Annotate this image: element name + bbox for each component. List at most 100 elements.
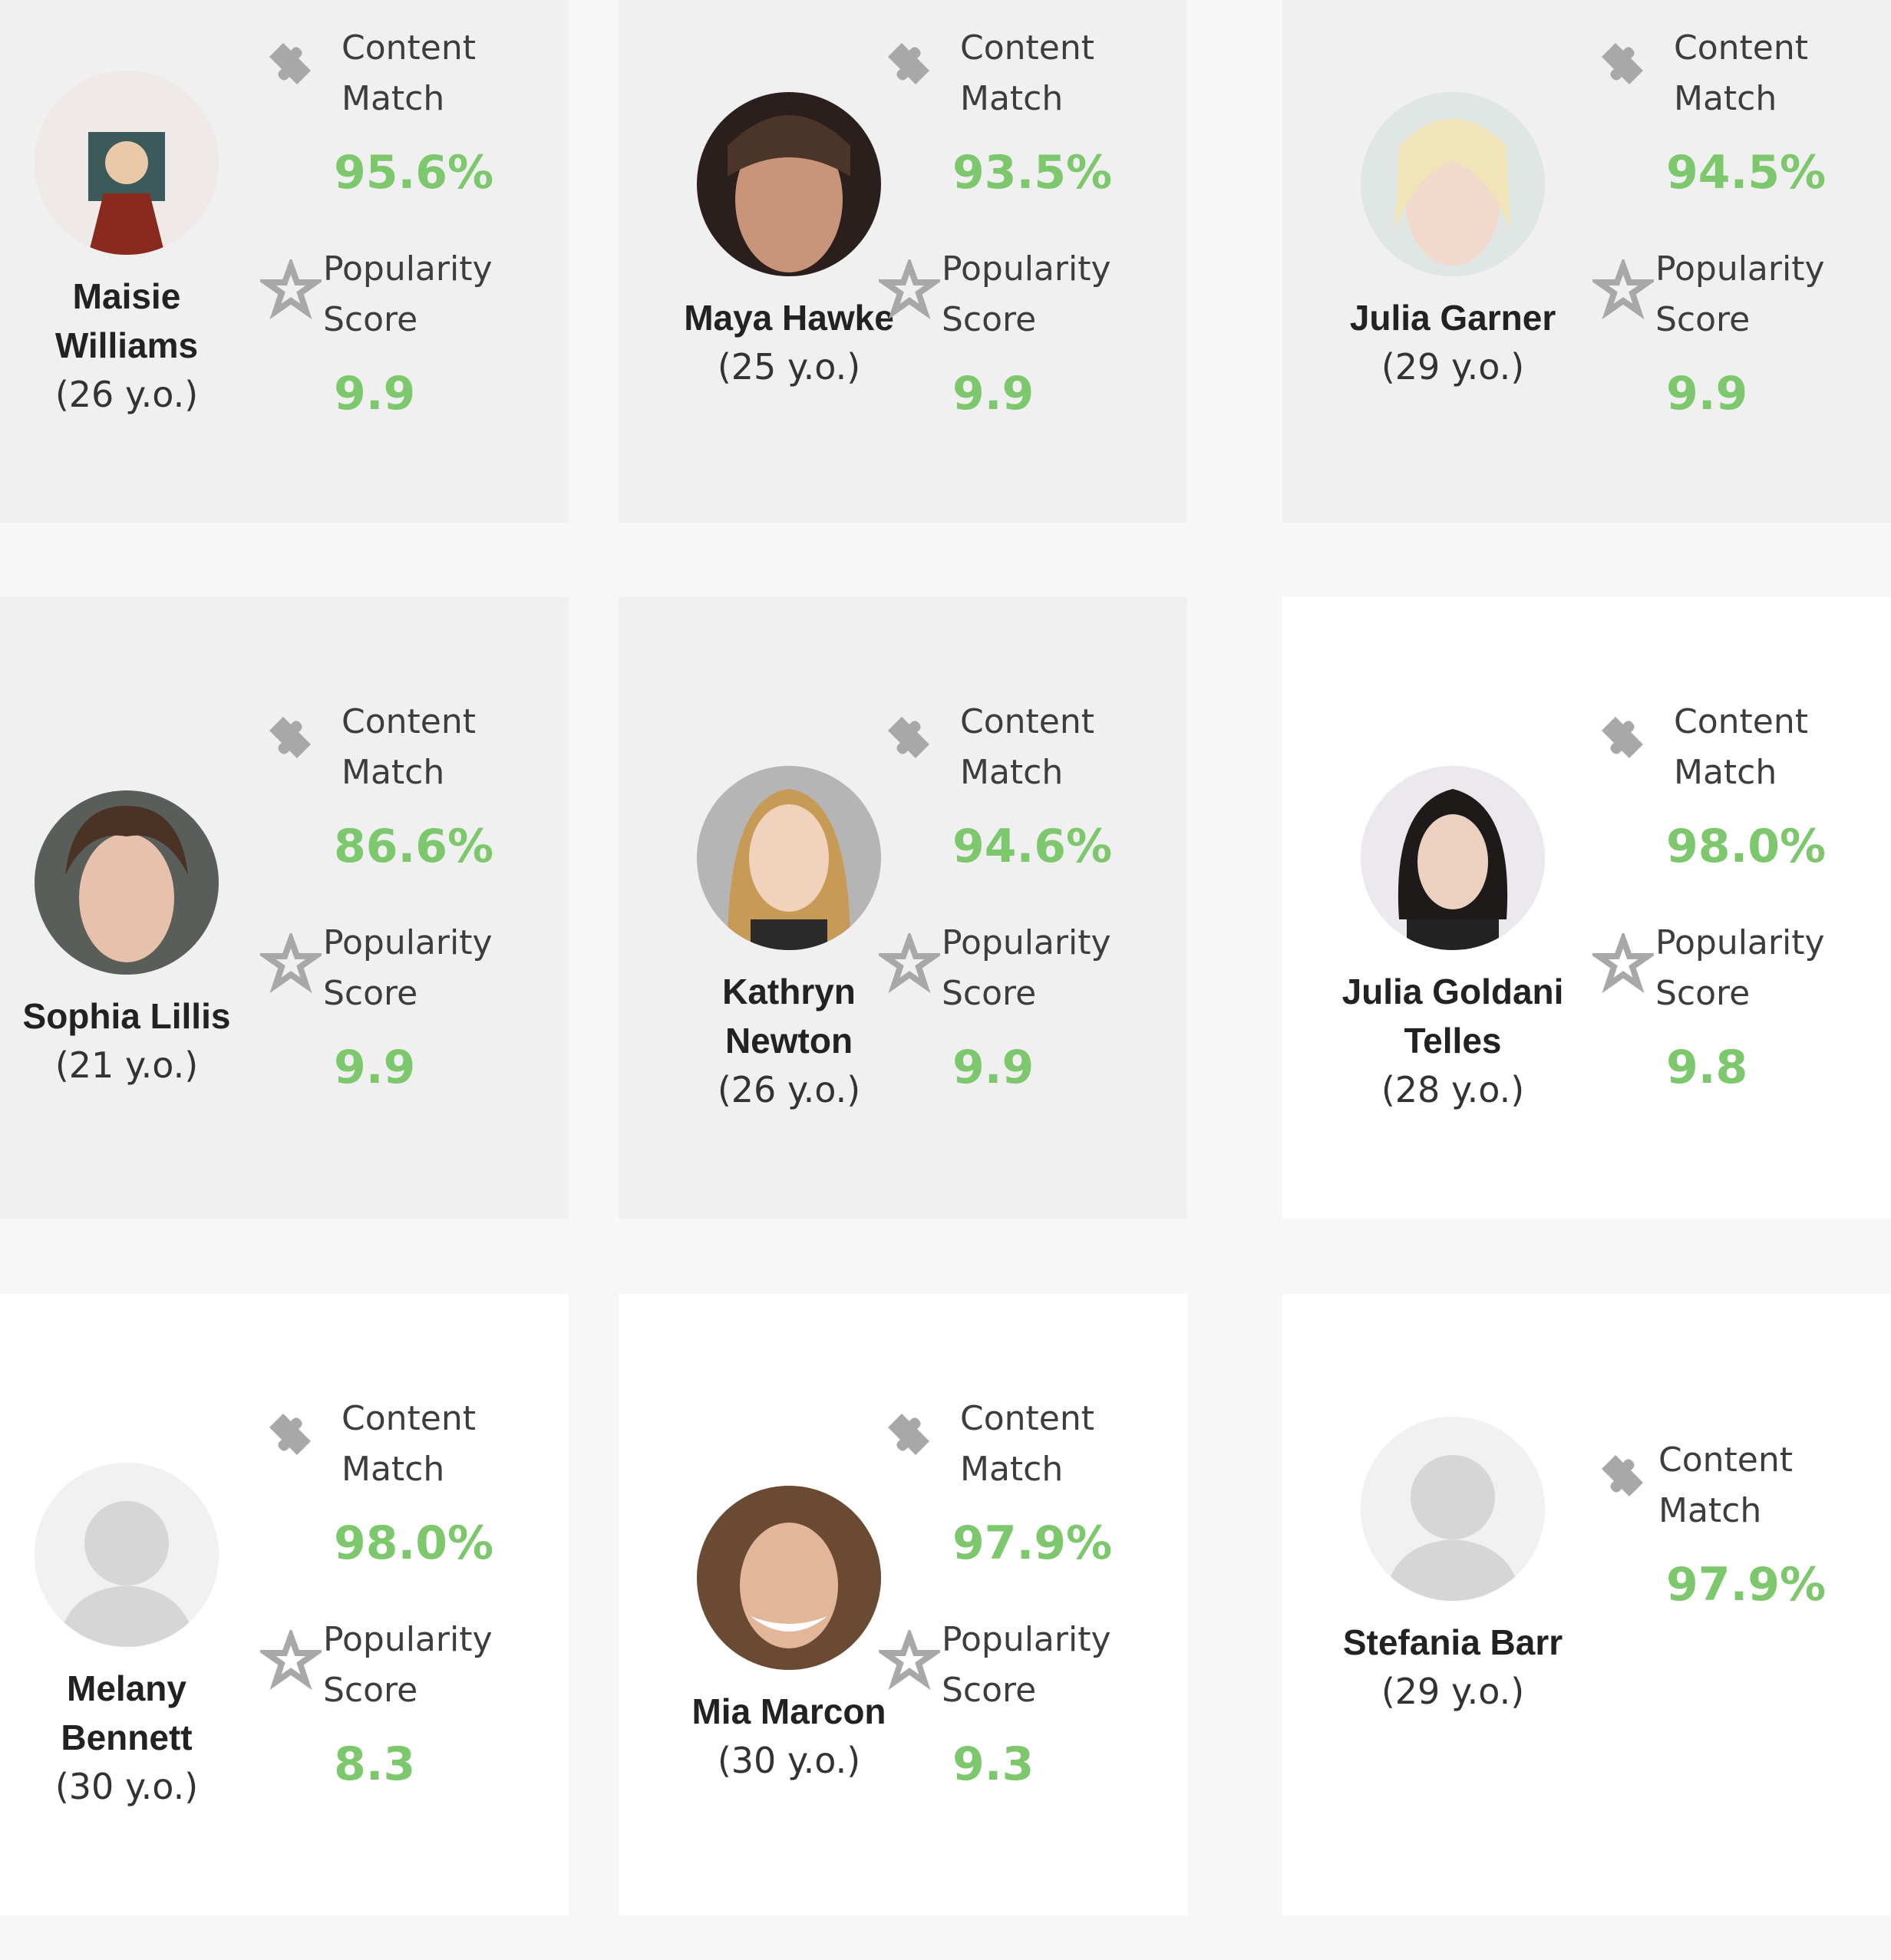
- popularity-value: 9.8: [1666, 1041, 1748, 1094]
- profile-card[interactable]: Maisie Williams (26 y.o.) Content Match …: [0, 0, 569, 523]
- person-block: Julia Goldani Telles (28 y.o.): [1338, 766, 1568, 1114]
- person-block: Stefania Barr (29 y.o.): [1338, 1417, 1568, 1716]
- avatar[interactable]: [697, 1486, 881, 1670]
- person-age: (28 y.o.): [1381, 1069, 1525, 1110]
- popularity-value: 9.9: [952, 1041, 1035, 1094]
- content-label-2: Match: [1658, 1491, 1762, 1530]
- popularity-label: Popularity: [1655, 249, 1825, 289]
- content-match-value: 93.5%: [952, 146, 1113, 200]
- avatar-placeholder[interactable]: [1361, 1417, 1545, 1601]
- content-label: Content: [1658, 1440, 1793, 1480]
- content-match-value: 94.6%: [952, 820, 1113, 873]
- content-label-2: Match: [342, 1450, 445, 1489]
- star-icon: [879, 933, 940, 995]
- content-label: Content: [1674, 702, 1808, 741]
- profile-card[interactable]: Mia Marcon (30 y.o.) Content Match 97.9%…: [619, 1294, 1187, 1915]
- content-match-value: 98.0%: [1666, 820, 1827, 873]
- person-name: Sophia Lillis: [22, 996, 231, 1036]
- content-label: Content: [960, 702, 1094, 741]
- person-age: (25 y.o.): [717, 346, 861, 388]
- profile-card[interactable]: Kathryn Newton (26 y.o.) Content Match 9…: [619, 597, 1187, 1219]
- popularity-value: 8.3: [334, 1737, 416, 1791]
- content-label: Content: [960, 28, 1094, 68]
- avatar[interactable]: [35, 71, 219, 255]
- person-age: (21 y.o.): [54, 1044, 199, 1086]
- profile-card[interactable]: Stefania Barr (29 y.o.) Content Match 97…: [1282, 1294, 1891, 1915]
- content-match-value: 97.9%: [952, 1516, 1113, 1570]
- person-name: Julia Garner: [1349, 298, 1556, 338]
- popularity-label: Popularity: [323, 1620, 493, 1659]
- popularity-value: 9.9: [334, 367, 416, 421]
- avatar[interactable]: [35, 790, 219, 975]
- content-label-2: Match: [1674, 753, 1777, 792]
- profile-card[interactable]: Julia Goldani Telles (28 y.o.) Content M…: [1282, 597, 1891, 1219]
- person-name: Maisie: [72, 276, 181, 316]
- profile-grid: Maisie Williams (26 y.o.) Content Match …: [0, 0, 1891, 1960]
- person-name-line2: Newton: [724, 1021, 853, 1061]
- person-block: Julia Garner (29 y.o.): [1338, 92, 1568, 391]
- popularity-label: Popularity: [323, 249, 493, 289]
- content-match-value: 94.5%: [1666, 146, 1827, 200]
- content-label-2: Match: [342, 79, 445, 118]
- puzzle-icon: [879, 708, 940, 769]
- popularity-label-2: Score: [323, 300, 418, 339]
- star-icon: [879, 1630, 940, 1691]
- star-icon: [260, 933, 322, 995]
- person-name: Julia Goldani: [1342, 972, 1564, 1011]
- content-label: Content: [960, 1399, 1094, 1438]
- popularity-label: Popularity: [942, 923, 1111, 962]
- person-name: Maya Hawke: [684, 298, 894, 338]
- avatar[interactable]: [1361, 766, 1545, 950]
- popularity-label-2: Score: [942, 300, 1037, 339]
- avatar[interactable]: [697, 766, 881, 950]
- person-name: Mia Marcon: [691, 1691, 886, 1731]
- content-match-value: 95.6%: [334, 146, 494, 200]
- content-match-value: 98.0%: [334, 1516, 494, 1570]
- content-label-2: Match: [1674, 79, 1777, 118]
- person-name: Stefania Barr: [1342, 1622, 1563, 1662]
- person-name-line2: Williams: [54, 325, 199, 365]
- popularity-value: 9.3: [952, 1737, 1035, 1791]
- person-block: Kathryn Newton (26 y.o.): [674, 766, 904, 1114]
- person-name-line2: Bennett: [61, 1717, 193, 1757]
- person-block: Mia Marcon (30 y.o.): [674, 1486, 904, 1785]
- puzzle-icon: [1592, 34, 1654, 95]
- popularity-label: Popularity: [942, 1620, 1111, 1659]
- person-age: (26 y.o.): [54, 374, 199, 415]
- profile-card[interactable]: Melany Bennett (30 y.o.) Content Match 9…: [0, 1294, 569, 1915]
- avatar[interactable]: [1361, 92, 1545, 276]
- person-name: Kathryn: [722, 972, 856, 1011]
- content-label: Content: [342, 1399, 476, 1438]
- popularity-value: 9.9: [1666, 367, 1748, 421]
- avatar[interactable]: [697, 92, 881, 276]
- person-block: Maisie Williams (26 y.o.): [12, 71, 242, 419]
- puzzle-icon: [260, 34, 322, 95]
- content-match-value: 97.9%: [1666, 1558, 1827, 1612]
- person-block: Melany Bennett (30 y.o.): [12, 1463, 242, 1811]
- star-icon: [260, 1630, 322, 1691]
- content-label-2: Match: [960, 1450, 1064, 1489]
- content-label: Content: [342, 702, 476, 741]
- popularity-value: 9.9: [952, 367, 1035, 421]
- popularity-label: Popularity: [323, 923, 493, 962]
- profile-card[interactable]: Maya Hawke (25 y.o.) Content Match 93.5%…: [619, 0, 1187, 523]
- puzzle-icon: [260, 1404, 322, 1466]
- popularity-label-2: Score: [323, 974, 418, 1013]
- person-age: (29 y.o.): [1381, 346, 1525, 388]
- person-block: Maya Hawke (25 y.o.): [674, 92, 904, 391]
- profile-card[interactable]: Sophia Lillis (21 y.o.) Content Match 86…: [0, 597, 569, 1219]
- popularity-label-2: Score: [323, 1671, 418, 1710]
- star-icon: [1592, 259, 1654, 321]
- star-icon: [879, 259, 940, 321]
- popularity-label-2: Score: [942, 1671, 1037, 1710]
- content-label: Content: [1674, 28, 1808, 68]
- content-label-2: Match: [960, 753, 1064, 792]
- person-age: (30 y.o.): [717, 1740, 861, 1781]
- popularity-label: Popularity: [1655, 923, 1825, 962]
- popularity-label-2: Score: [1655, 974, 1751, 1013]
- avatar-placeholder[interactable]: [35, 1463, 219, 1647]
- content-match-value: 86.6%: [334, 820, 494, 873]
- profile-card[interactable]: Julia Garner (29 y.o.) Content Match 94.…: [1282, 0, 1891, 523]
- person-block: Sophia Lillis (21 y.o.): [12, 790, 242, 1090]
- popularity-label: Popularity: [942, 249, 1111, 289]
